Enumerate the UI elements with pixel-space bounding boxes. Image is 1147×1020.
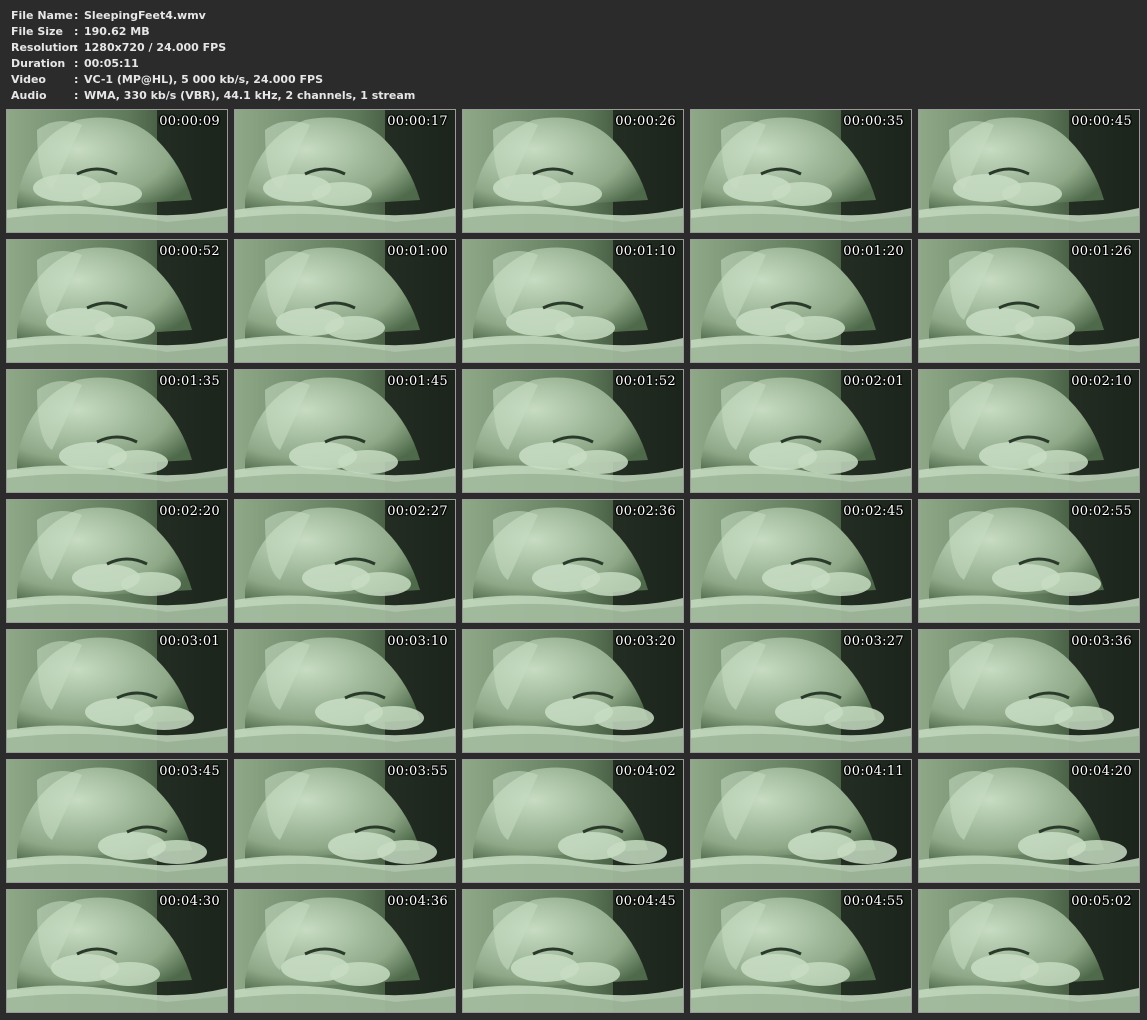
video-thumbnail[interactable]: 00:03:55 — [234, 759, 456, 883]
info-value: 00:05:11 — [84, 57, 139, 70]
thumbnail-timestamp: 00:05:02 — [1071, 894, 1132, 909]
video-thumbnail[interactable]: 00:02:55 — [918, 499, 1140, 623]
video-thumbnail[interactable]: 00:04:36 — [234, 889, 456, 1013]
info-key: Duration — [11, 57, 66, 70]
video-thumbnail[interactable]: 00:05:02 — [918, 889, 1140, 1013]
video-thumbnail[interactable]: 00:02:36 — [462, 499, 684, 623]
thumbnail-timestamp: 00:03:55 — [387, 764, 448, 779]
thumbnail-timestamp: 00:01:52 — [615, 374, 676, 389]
info-key: File Name — [11, 9, 73, 22]
video-thumbnail[interactable]: 00:04:11 — [690, 759, 912, 883]
video-thumbnail[interactable]: 00:01:52 — [462, 369, 684, 493]
info-row: Resolution:1280x720 / 24.000 FPS — [11, 40, 415, 56]
thumbnail-timestamp: 00:00:35 — [843, 114, 904, 129]
video-thumbnail[interactable]: 00:04:55 — [690, 889, 912, 1013]
video-thumbnail[interactable]: 00:01:45 — [234, 369, 456, 493]
video-thumbnail[interactable]: 00:00:26 — [462, 109, 684, 233]
info-key: Audio — [11, 89, 47, 102]
info-key: Resolution — [11, 41, 78, 54]
video-thumbnail[interactable]: 00:04:20 — [918, 759, 1140, 883]
thumbnail-timestamp: 00:01:45 — [387, 374, 448, 389]
thumbnail-timestamp: 00:01:35 — [159, 374, 220, 389]
info-separator: : — [74, 57, 79, 70]
video-thumbnail[interactable]: 00:03:45 — [6, 759, 228, 883]
video-thumbnail[interactable]: 00:03:10 — [234, 629, 456, 753]
info-row: File Size:190.62 MB — [11, 24, 415, 40]
info-value: 190.62 MB — [84, 25, 150, 38]
video-thumbnail[interactable]: 00:01:35 — [6, 369, 228, 493]
video-thumbnail[interactable]: 00:02:45 — [690, 499, 912, 623]
video-thumbnail[interactable]: 00:00:17 — [234, 109, 456, 233]
video-thumbnail[interactable]: 00:01:26 — [918, 239, 1140, 363]
thumbnail-timestamp: 00:01:20 — [843, 244, 904, 259]
video-thumbnail[interactable]: 00:03:36 — [918, 629, 1140, 753]
info-row: Audio: WMA, 330 kb/s (VBR), 44.1 kHz, 2 c… — [11, 88, 415, 104]
video-thumbnail[interactable]: 00:03:01 — [6, 629, 228, 753]
thumbnail-timestamp: 00:04:20 — [1071, 764, 1132, 779]
video-thumbnail[interactable]: 00:02:20 — [6, 499, 228, 623]
video-thumbnail[interactable]: 00:01:20 — [690, 239, 912, 363]
thumbnail-timestamp: 00:04:30 — [159, 894, 220, 909]
thumbnail-timestamp: 00:04:11 — [843, 764, 904, 779]
thumbnail-timestamp: 00:02:27 — [387, 504, 448, 519]
thumbnail-timestamp: 00:03:27 — [843, 634, 904, 649]
video-thumbnail[interactable]: 00:04:45 — [462, 889, 684, 1013]
video-thumbnail[interactable]: 00:00:09 — [6, 109, 228, 233]
contact-sheet: File Name: SleepingFeet4.wmv File Size:190… — [0, 0, 1147, 1020]
video-thumbnail[interactable]: 00:00:52 — [6, 239, 228, 363]
thumbnail-timestamp: 00:04:02 — [615, 764, 676, 779]
info-value: WMA, 330 kb/s (VBR), 44.1 kHz, 2 channel… — [84, 89, 416, 102]
thumbnail-timestamp: 00:03:20 — [615, 634, 676, 649]
thumbnail-timestamp: 00:02:20 — [159, 504, 220, 519]
thumbnail-timestamp: 00:01:00 — [387, 244, 448, 259]
info-value: 1280x720 / 24.000 FPS — [84, 41, 227, 54]
thumbnail-timestamp: 00:03:10 — [387, 634, 448, 649]
video-thumbnail[interactable]: 00:02:10 — [918, 369, 1140, 493]
thumbnail-timestamp: 00:00:52 — [159, 244, 220, 259]
thumbnail-grid: 00:00:09 00:00:17 00:00:26 00:00:35 00:00:45… — [6, 109, 1140, 1013]
video-thumbnail[interactable]: 00:03:20 — [462, 629, 684, 753]
info-separator: : — [74, 9, 79, 22]
info-key: Video — [11, 73, 46, 86]
video-thumbnail[interactable]: 00:03:27 — [690, 629, 912, 753]
thumbnail-timestamp: 00:03:01 — [159, 634, 220, 649]
info-row: Video: VC-1 (MP@HL), 5 000 kb/s, 24.000 F… — [11, 72, 415, 88]
video-thumbnail[interactable]: 00:02:27 — [234, 499, 456, 623]
info-separator: : — [74, 25, 79, 38]
media-info-panel: File Name: SleepingFeet4.wmv File Size:190… — [11, 8, 415, 104]
thumbnail-timestamp: 00:02:55 — [1071, 504, 1132, 519]
thumbnail-timestamp: 00:00:45 — [1071, 114, 1132, 129]
thumbnail-timestamp: 00:01:26 — [1071, 244, 1132, 259]
info-value: SleepingFeet4.wmv — [84, 9, 206, 22]
thumbnail-timestamp: 00:00:09 — [159, 114, 220, 129]
thumbnail-timestamp: 00:03:36 — [1071, 634, 1132, 649]
info-value: VC-1 (MP@HL), 5 000 kb/s, 24.000 FPS — [84, 73, 323, 86]
thumbnail-timestamp: 00:02:10 — [1071, 374, 1132, 389]
video-thumbnail[interactable]: 00:01:10 — [462, 239, 684, 363]
thumbnail-timestamp: 00:00:26 — [615, 114, 676, 129]
info-row: Duration:00:05:11 — [11, 56, 415, 72]
thumbnail-timestamp: 00:04:55 — [843, 894, 904, 909]
thumbnail-timestamp: 00:02:36 — [615, 504, 676, 519]
thumbnail-timestamp: 00:04:45 — [615, 894, 676, 909]
video-thumbnail[interactable]: 00:01:00 — [234, 239, 456, 363]
info-separator: : — [74, 73, 79, 86]
video-thumbnail[interactable]: 00:02:01 — [690, 369, 912, 493]
video-thumbnail[interactable]: 00:00:45 — [918, 109, 1140, 233]
thumbnail-timestamp: 00:04:36 — [387, 894, 448, 909]
info-row: File Name: SleepingFeet4.wmv — [11, 8, 415, 24]
thumbnail-timestamp: 00:01:10 — [615, 244, 676, 259]
thumbnail-timestamp: 00:02:45 — [843, 504, 904, 519]
info-key: File Size — [11, 25, 63, 38]
video-thumbnail[interactable]: 00:04:30 — [6, 889, 228, 1013]
info-separator: : — [74, 41, 79, 54]
video-thumbnail[interactable]: 00:00:35 — [690, 109, 912, 233]
video-thumbnail[interactable]: 00:04:02 — [462, 759, 684, 883]
thumbnail-timestamp: 00:02:01 — [843, 374, 904, 389]
thumbnail-timestamp: 00:00:17 — [387, 114, 448, 129]
info-separator: : — [74, 89, 79, 102]
thumbnail-timestamp: 00:03:45 — [159, 764, 220, 779]
